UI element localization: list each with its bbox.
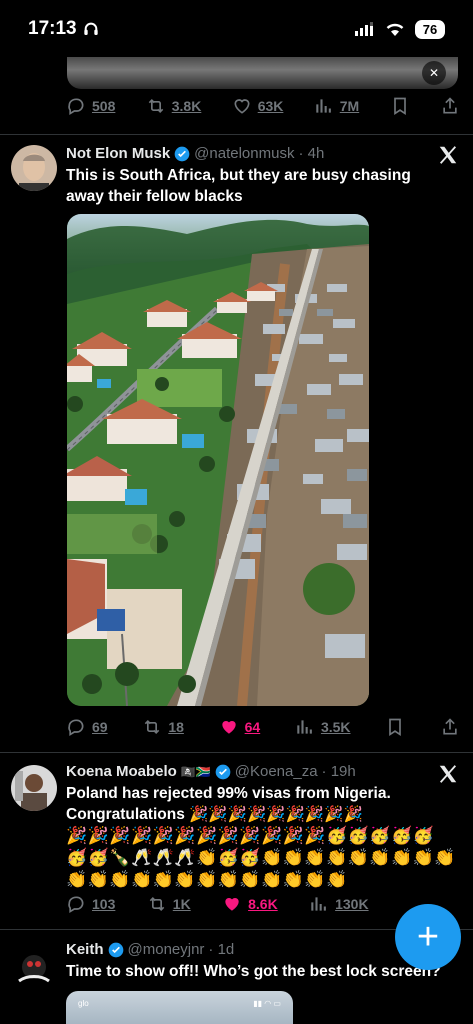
wifi-icon bbox=[386, 23, 404, 36]
tweet-photo[interactable]: glo ▮▮ ◠ ▭ bbox=[66, 991, 293, 1024]
preview-status-icons: ▮▮ ◠ ▭ bbox=[253, 999, 281, 1008]
views-count: 130K bbox=[335, 896, 369, 912]
avatar-image bbox=[11, 765, 57, 811]
views-button[interactable]: 7M bbox=[314, 96, 359, 116]
author-name[interactable]: Keith bbox=[66, 941, 104, 958]
tweet-actions: 103 1K 8.6K 130K bbox=[66, 894, 460, 914]
tweet-time: · 19h bbox=[321, 763, 356, 780]
tweet-text-line: This is South Africa, but they are busy … bbox=[66, 167, 411, 184]
tweet-photo[interactable] bbox=[67, 214, 369, 706]
tweet-actions: 508 3.8K 63K 7M bbox=[66, 96, 460, 116]
tweet-header: Keith @moneyjnr · 1d bbox=[66, 941, 423, 958]
reply-icon bbox=[68, 896, 84, 913]
divider bbox=[0, 134, 473, 135]
views-icon bbox=[297, 720, 312, 734]
tweet-actions: 69 18 64 3.5K bbox=[66, 717, 460, 737]
tweet-text-line: Congratulations 🎉🎉🎉🎉🎉🎉🎉🎉🎉 bbox=[66, 806, 363, 823]
tweet-emoji-line: 🎉🎉🎉🎉🎉🎉🎉🎉🎉🎉🎉🎉🥳🥳🥳🥳🥳 bbox=[66, 826, 435, 845]
retweet-button[interactable]: 3.8K bbox=[146, 96, 202, 116]
heart-icon bbox=[234, 99, 250, 114]
author-handle[interactable]: @natelonmusk bbox=[194, 145, 294, 162]
heart-filled-icon bbox=[225, 898, 239, 911]
retweet-icon bbox=[145, 719, 160, 735]
reply-button[interactable]: 69 bbox=[66, 717, 108, 737]
verified-badge-icon bbox=[108, 942, 123, 957]
retweet-icon bbox=[148, 98, 163, 114]
reply-button[interactable]: 103 bbox=[66, 894, 115, 914]
tweet-emoji-line: 🥳🥳🍾🥂🥂🥂👏🥳🥳👏👏👏👏👏👏👏👏👏 bbox=[66, 848, 457, 867]
author-name[interactable]: Koena Moabelo bbox=[66, 763, 177, 780]
aerial-photo-image bbox=[67, 214, 369, 706]
status-bar: 17:13 76 bbox=[0, 0, 473, 58]
tweet-text-line: Time to show off!! Who’s got the best lo… bbox=[66, 963, 441, 980]
views-count: 3.5K bbox=[320, 719, 351, 735]
tweet-time: · 4h bbox=[298, 145, 325, 162]
reply-count: 508 bbox=[92, 98, 116, 114]
x-logo-icon bbox=[439, 146, 457, 164]
compose-button[interactable]: + bbox=[395, 904, 461, 970]
like-button[interactable]: 63K bbox=[232, 96, 284, 116]
preview-carrier: glo bbox=[78, 999, 89, 1008]
verified-badge-icon bbox=[174, 146, 190, 161]
share-icon[interactable] bbox=[440, 717, 460, 737]
like-count: 8.6K bbox=[248, 896, 278, 912]
like-button[interactable]: 64 bbox=[219, 717, 261, 737]
tweet-text: Poland has rejected 99% visas from Niger… bbox=[66, 783, 462, 891]
avatar-image bbox=[11, 145, 57, 191]
reply-count: 103 bbox=[92, 896, 116, 912]
views-button[interactable]: 130K bbox=[309, 894, 369, 914]
tweet-header: Not Elon Musk @natelonmusk · 4h bbox=[66, 145, 423, 162]
reply-icon bbox=[68, 98, 84, 115]
heart-filled-icon bbox=[221, 721, 236, 734]
battery-indicator: 76 bbox=[415, 19, 445, 39]
like-count: 63K bbox=[257, 98, 284, 114]
author-handle[interactable]: @moneyjnr bbox=[128, 941, 205, 958]
bookmark-icon[interactable] bbox=[385, 717, 405, 737]
author-handle[interactable]: @Koena_za bbox=[235, 763, 318, 780]
avatar[interactable] bbox=[11, 765, 57, 811]
retweet-count: 3.8K bbox=[171, 98, 202, 114]
status-time: 17:13 bbox=[28, 18, 77, 39]
share-icon[interactable] bbox=[440, 96, 460, 116]
views-icon bbox=[316, 99, 331, 113]
tweet-time: · 1d bbox=[208, 941, 235, 958]
author-flags: 🏴‍☠️🇿🇦 bbox=[180, 764, 211, 779]
views-button[interactable]: 3.5K bbox=[295, 717, 351, 737]
plus-icon: + bbox=[416, 915, 440, 958]
views-count: 7M bbox=[339, 98, 360, 114]
retweet-button[interactable]: 1K bbox=[147, 894, 191, 914]
tweet-text-line: away their fellow blacks bbox=[66, 188, 243, 205]
reply-count: 69 bbox=[92, 719, 108, 735]
previous-tweet-media[interactable]: ✕ bbox=[67, 57, 458, 89]
verified-badge-icon bbox=[215, 764, 231, 779]
retweet-count: 1K bbox=[172, 896, 191, 912]
like-button[interactable]: 8.6K bbox=[222, 894, 278, 914]
reply-icon bbox=[68, 719, 84, 736]
tweet-emoji-line: 👏👏👏👏👏👏👏👏👏👏👏👏👏 bbox=[66, 870, 348, 889]
signal-icon bbox=[355, 22, 373, 36]
retweet-button[interactable]: 18 bbox=[142, 717, 184, 737]
tweet-text-line: Poland has rejected 99% visas from Niger… bbox=[66, 785, 391, 802]
like-count: 64 bbox=[244, 719, 261, 735]
tweet-text: This is South Africa, but they are busy … bbox=[66, 165, 462, 207]
avatar[interactable] bbox=[11, 945, 57, 991]
author-name[interactable]: Not Elon Musk bbox=[66, 145, 170, 162]
headphones-icon bbox=[83, 22, 98, 35]
retweet-icon bbox=[149, 896, 165, 912]
retweet-count: 18 bbox=[168, 719, 184, 735]
views-icon bbox=[311, 897, 326, 911]
divider bbox=[0, 752, 473, 753]
reply-button[interactable]: 508 bbox=[66, 96, 115, 116]
avatar-image bbox=[11, 945, 57, 991]
mute-icon[interactable]: ✕ bbox=[422, 61, 446, 85]
tweet-text: Time to show off!! Who’s got the best lo… bbox=[66, 961, 462, 982]
avatar[interactable] bbox=[11, 145, 57, 191]
tweet-header: Koena Moabelo 🏴‍☠️🇿🇦 @Koena_za · 19h bbox=[66, 763, 423, 780]
x-logo-icon bbox=[439, 765, 457, 783]
bookmark-icon[interactable] bbox=[390, 96, 410, 116]
